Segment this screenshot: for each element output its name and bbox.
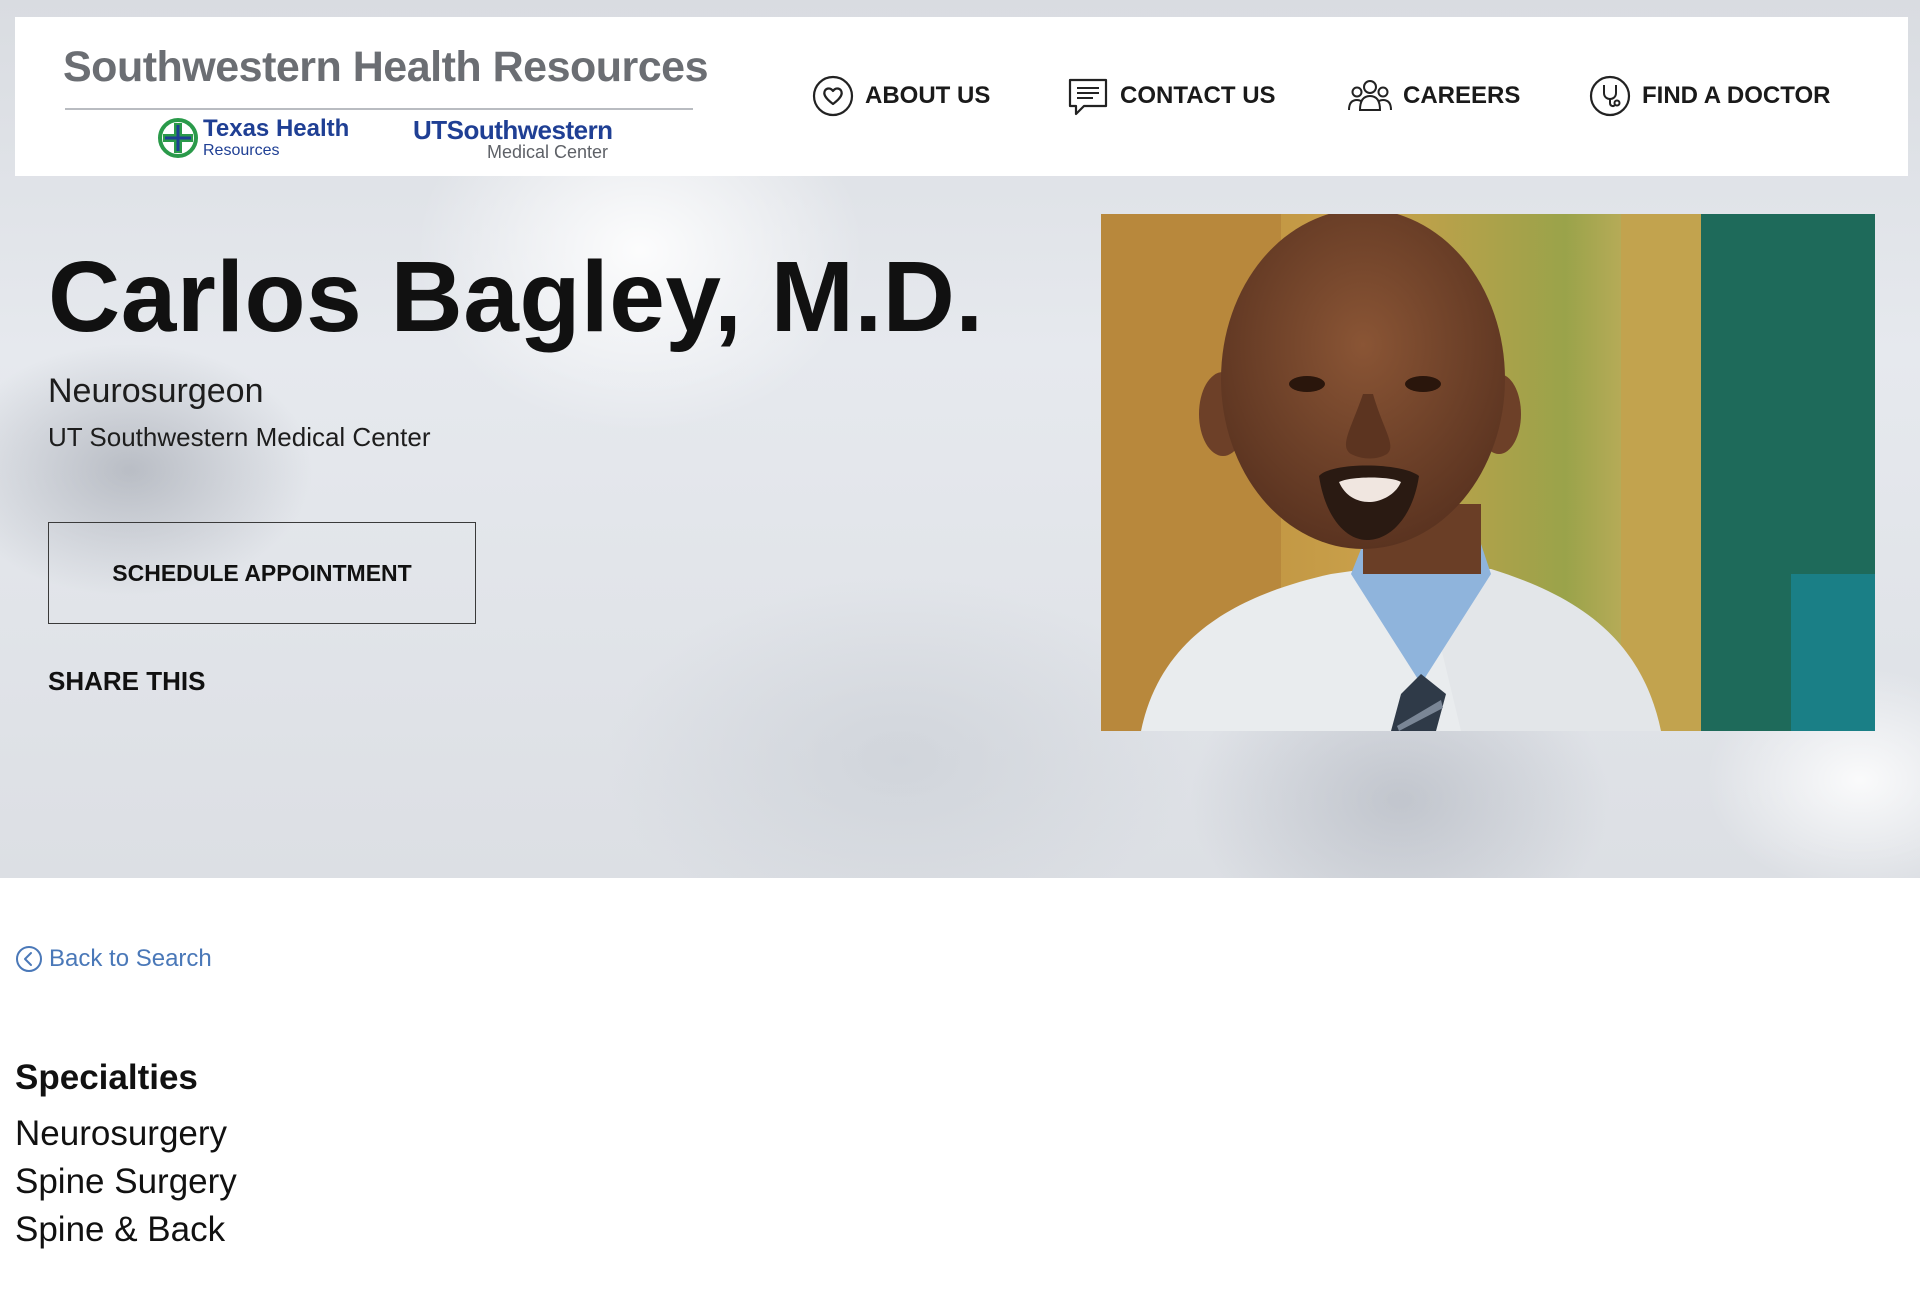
specialties-list: Neurosurgery Spine Surgery Spine & Back [15, 1110, 237, 1254]
back-to-search-link[interactable]: Back to Search [15, 945, 212, 973]
nav-find-a-doctor[interactable]: FIND A DOCTOR [1588, 72, 1830, 120]
partner-one-name: Texas Health [203, 115, 350, 142]
nav-careers-label: CAREERS [1403, 82, 1521, 109]
people-group-icon [1348, 80, 1392, 111]
chat-bubble-icon [1068, 78, 1108, 116]
doctor-portrait-illustration [1101, 214, 1875, 731]
specialties-heading: Specialties [15, 1058, 198, 1097]
specialty-item: Neurosurgery [15, 1114, 228, 1153]
site-header: Southwestern Health Resources Texas Heal… [15, 17, 1908, 176]
site-logo[interactable]: Southwestern Health Resources Texas Heal… [63, 43, 709, 162]
schedule-appointment-button[interactable]: SCHEDULE APPOINTMENT [48, 522, 476, 624]
back-to-search-label: Back to Search [49, 945, 212, 972]
partner-two-sub: Medical Center [487, 142, 609, 162]
nav-about-us-label: ABOUT US [865, 82, 991, 109]
stethoscope-circle-icon [1589, 75, 1631, 117]
share-this-label[interactable]: SHARE THIS [48, 666, 205, 697]
nav-careers[interactable]: CAREERS [1347, 72, 1520, 120]
nav-contact-us-label: CONTACT US [1120, 82, 1276, 109]
nav-about-us[interactable]: ABOUT US [811, 72, 990, 120]
heart-circle-icon [812, 75, 854, 117]
specialty-item: Spine & Back [15, 1210, 226, 1249]
partner-one-sub: Resources [203, 142, 280, 159]
texas-health-cross-icon [158, 118, 198, 158]
doctor-portrait-photo [1101, 214, 1875, 731]
specialty-item: Spine Surgery [15, 1162, 237, 1201]
nav-contact-us[interactable]: CONTACT US [1066, 72, 1276, 120]
nav-find-a-doctor-label: FIND A DOCTOR [1642, 82, 1831, 109]
logo-title: Southwestern Health Resources [63, 43, 709, 91]
doctor-name: Carlos Bagley, M.D. [48, 241, 984, 353]
logo-divider [65, 108, 693, 110]
chevron-left-circle-icon [16, 946, 42, 972]
doctor-title: Neurosurgeon [48, 372, 264, 410]
doctor-organization: UT Southwestern Medical Center [48, 422, 431, 452]
